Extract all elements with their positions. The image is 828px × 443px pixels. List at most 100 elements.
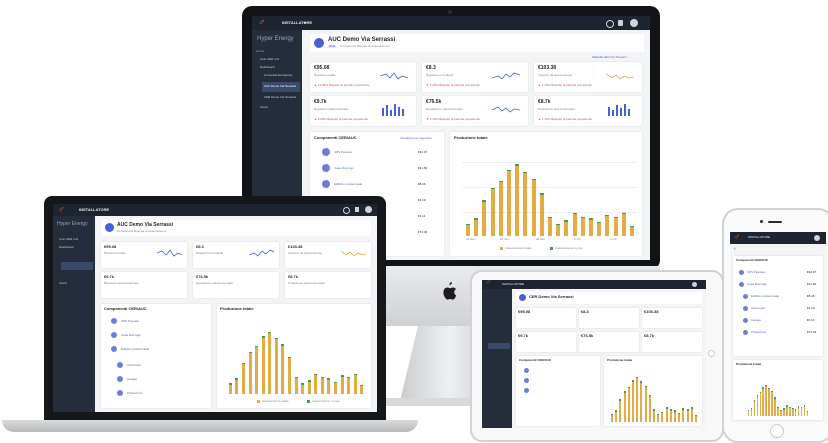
globe-icon[interactable] bbox=[606, 20, 614, 28]
chart-bar[interactable] bbox=[474, 219, 479, 236]
chart-bar[interactable] bbox=[588, 219, 593, 236]
sidebar-item-active[interactable] bbox=[488, 343, 510, 349]
chart-bar[interactable] bbox=[686, 410, 689, 422]
component-label[interactable]: Ascensore bbox=[127, 364, 141, 367]
kpi-card-1[interactable]: €95.08 Risparmio totale ▲ 12.04% Rispett… bbox=[310, 62, 416, 92]
sidebar-item-utenti[interactable]: Utenti bbox=[59, 282, 67, 285]
kpi-card-1[interactable]: €95.08 bbox=[516, 308, 576, 328]
chart-bar[interactable] bbox=[621, 214, 626, 236]
chart-bar[interactable] bbox=[673, 411, 676, 422]
chart-bar[interactable] bbox=[803, 406, 806, 416]
list-item[interactable]: Casa Domingo €21.60 bbox=[314, 162, 440, 176]
chart-bar[interactable] bbox=[340, 376, 344, 394]
chart-bar[interactable] bbox=[747, 411, 750, 416]
component-label[interactable]: Ascensore bbox=[751, 307, 765, 310]
chart-bar[interactable] bbox=[636, 378, 639, 422]
component-label[interactable]: Casa Domingo bbox=[747, 283, 767, 286]
chart-bar[interactable] bbox=[564, 221, 569, 236]
chart-bar[interactable] bbox=[548, 218, 552, 236]
chart-bar[interactable] bbox=[287, 358, 291, 394]
chart-bar[interactable] bbox=[235, 379, 239, 394]
sidebar-item-utenti[interactable]: Utenti bbox=[260, 106, 268, 109]
chart-bar[interactable] bbox=[777, 408, 779, 416]
sidebar-item-cer[interactable]: CER Demo Via Serrassi bbox=[264, 96, 296, 99]
kpi-card-6[interactable]: €8.7k Produzione autoconsumata bbox=[285, 272, 371, 298]
chart-bar[interactable] bbox=[320, 378, 324, 394]
chart-bar[interactable] bbox=[682, 409, 685, 422]
chart-bar[interactable] bbox=[797, 407, 800, 416]
component-label[interactable]: Edificio condominiale bbox=[121, 348, 149, 351]
chart-bar[interactable] bbox=[753, 401, 756, 416]
chart-bar[interactable] bbox=[644, 387, 647, 422]
sidebar-item-livio[interactable]: Livio CER 1ml bbox=[260, 58, 279, 61]
kpi-card-4[interactable]: €9.7k Risparmio autoconsumato ▲ 6.09% Ri… bbox=[310, 96, 416, 126]
brand-logo-icon[interactable]: ♂ bbox=[734, 232, 740, 241]
chart-bar[interactable] bbox=[507, 171, 512, 236]
component-label[interactable]: Produzione bbox=[127, 392, 142, 395]
chart-bar[interactable] bbox=[523, 173, 528, 236]
kpi-card-2[interactable]: €8.3 Risparmio in bolletta ▼ 3.26% Rispe… bbox=[422, 62, 528, 92]
chart-bar[interactable] bbox=[780, 411, 782, 416]
chart-bar[interactable] bbox=[353, 375, 357, 394]
chart-bar[interactable] bbox=[619, 400, 622, 422]
component-label[interactable]: Produzione bbox=[751, 331, 766, 334]
chart-bar[interactable] bbox=[627, 388, 630, 422]
chart-bar[interactable] bbox=[360, 386, 364, 394]
chart-bar[interactable] bbox=[539, 194, 544, 236]
chart-bar[interactable] bbox=[615, 411, 618, 422]
chart-bar[interactable] bbox=[783, 409, 785, 416]
brand-logo-icon[interactable]: ♂ bbox=[258, 17, 266, 28]
chart-bar[interactable] bbox=[806, 412, 809, 416]
chart-bar[interactable] bbox=[580, 218, 585, 236]
chart-bar[interactable] bbox=[482, 201, 487, 236]
phone-home-button[interactable] bbox=[770, 424, 784, 438]
chart-bar[interactable] bbox=[762, 388, 764, 416]
chart-bar[interactable] bbox=[572, 214, 577, 236]
chart-bar[interactable] bbox=[623, 392, 626, 422]
kpi-card-3[interactable]: €103.38 Incentivi da autoconsumo ▲ 4.73%… bbox=[534, 62, 642, 92]
chart-bar[interactable] bbox=[771, 392, 773, 416]
chart-bar[interactable] bbox=[556, 225, 561, 236]
kpi-card-1[interactable]: €95.08 Risparmio totale bbox=[101, 242, 187, 268]
avatar[interactable] bbox=[630, 19, 638, 27]
chart-bar[interactable] bbox=[347, 378, 351, 394]
kpi-card-3[interactable]: €103.38 Incentivi da autoconsumo bbox=[285, 242, 371, 268]
menu-title[interactable]: INSTALLATORE bbox=[748, 236, 770, 239]
kpi-card-2[interactable]: €8.3 Risparmio in bolletta bbox=[193, 242, 279, 268]
chart-bar[interactable] bbox=[597, 223, 602, 236]
chart-bar[interactable] bbox=[774, 398, 776, 416]
chart-bar[interactable] bbox=[515, 165, 520, 236]
list-item[interactable]: Edificio condominiale €8.46 bbox=[314, 178, 440, 192]
chart-bar[interactable] bbox=[498, 182, 503, 236]
chart-bar[interactable] bbox=[629, 227, 634, 236]
kpi-card-5[interactable]: €76.5k Quotazione autoconsumata bbox=[193, 272, 279, 298]
date-range-link[interactable]: Sabrella dati Ora 10 giorni bbox=[592, 56, 627, 59]
avatar[interactable] bbox=[692, 282, 697, 287]
chart-bar[interactable] bbox=[248, 353, 252, 394]
globe-icon[interactable] bbox=[343, 207, 350, 214]
chart-bar[interactable] bbox=[640, 382, 643, 422]
chart-bar[interactable] bbox=[241, 364, 245, 394]
sidebar-item-home[interactable]: Home bbox=[256, 50, 264, 53]
chart-bar[interactable] bbox=[611, 415, 614, 422]
chevron-down-icon[interactable]: ▾ bbox=[304, 21, 306, 25]
kpi-card-2[interactable]: €8.3 bbox=[579, 308, 639, 328]
chart-bar[interactable] bbox=[531, 180, 536, 236]
chart-bar[interactable] bbox=[759, 393, 762, 416]
kpi-card-5[interactable]: €76.5k bbox=[579, 332, 639, 352]
kpi-card-3[interactable]: €103.38 bbox=[642, 308, 702, 328]
sidebar-item-active[interactable]: AUC Demo Via Serrassi bbox=[262, 82, 300, 92]
chart-bar[interactable] bbox=[768, 389, 770, 416]
avatar[interactable] bbox=[814, 235, 820, 241]
chart-bar[interactable] bbox=[255, 347, 259, 394]
chart-bar[interactable] bbox=[661, 413, 664, 422]
sidebar-item-livio[interactable]: Livio CER 1ml bbox=[59, 238, 78, 241]
chart-bar[interactable] bbox=[669, 410, 672, 422]
component-label[interactable]: Garage bbox=[127, 378, 137, 381]
component-label[interactable]: Garage bbox=[751, 319, 761, 322]
chart-bar[interactable] bbox=[466, 225, 471, 236]
kpi-card-5[interactable]: €76.5k Quotazione autoconsumata ▼ 2.18% … bbox=[422, 96, 528, 126]
chart-bar[interactable] bbox=[765, 386, 767, 416]
components-link[interactable]: Visualizza per seguente bbox=[400, 137, 432, 140]
component-label[interactable]: Casa Domingo bbox=[121, 334, 141, 337]
